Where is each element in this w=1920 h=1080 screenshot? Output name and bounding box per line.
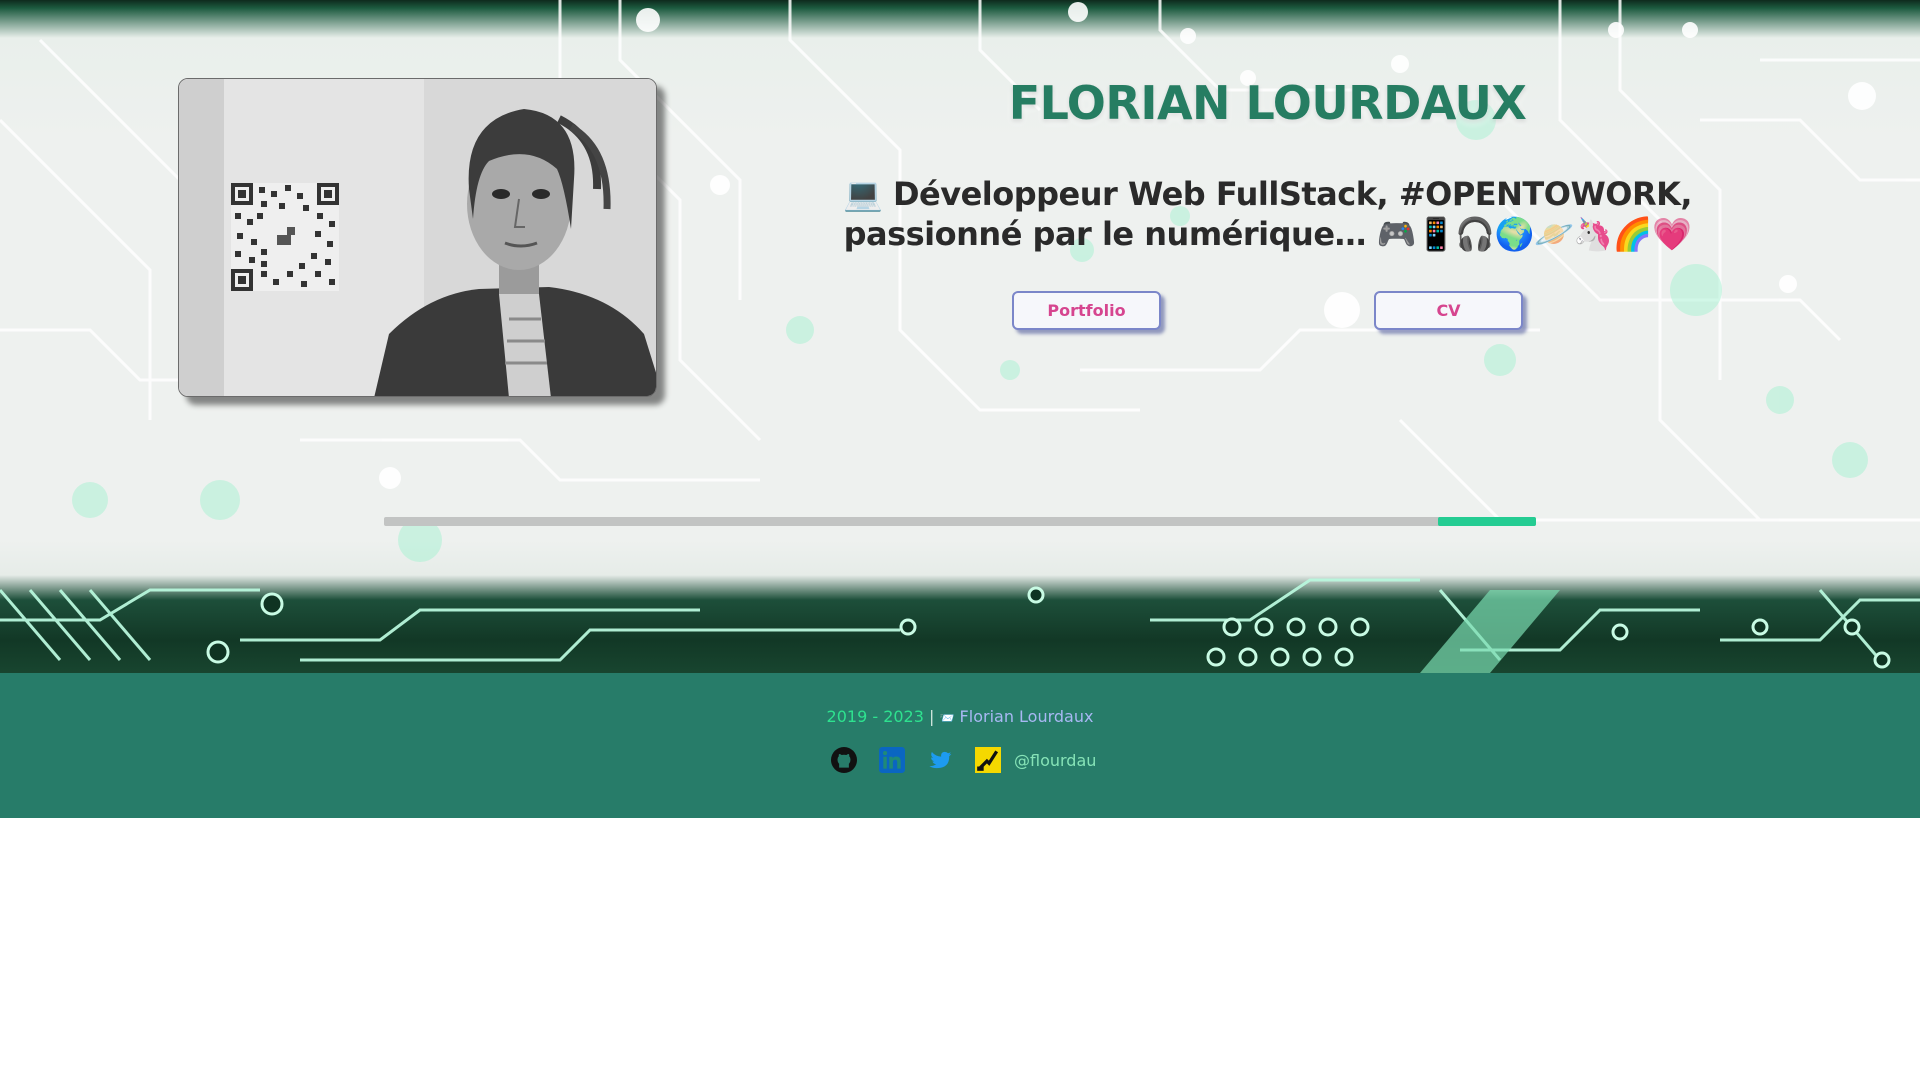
github-icon[interactable] <box>830 746 858 774</box>
profile-photo <box>179 79 656 396</box>
copyright: 2019 - 2023 | 📨 Florian Lourdaux <box>0 707 1920 726</box>
social-handle[interactable]: @flourdau <box>1014 751 1096 770</box>
profile-photo-card <box>178 78 657 397</box>
laptop-icon: 💻 <box>842 175 883 213</box>
progress-fill <box>1438 517 1536 526</box>
root-me-icon[interactable] <box>974 746 1002 774</box>
tagline: 💻 Développeur Web FullStack, #OPENTOWORK… <box>770 174 1765 254</box>
footer: 2019 - 2023 | 📨 Florian Lourdaux @flourd… <box>0 673 1920 818</box>
linkedin-icon[interactable] <box>878 746 906 774</box>
social-links: @flourdau <box>830 746 1096 774</box>
tagline-emojis: 🎮📱🎧🌍🪐🦄🌈💗 <box>1376 215 1692 253</box>
portfolio-button[interactable]: Portfolio <box>1012 291 1161 330</box>
copyright-author[interactable]: Florian Lourdaux <box>960 707 1094 726</box>
copyright-separator: | <box>929 707 935 726</box>
hero-banner: FLORIAN LOURDAUX 💻 Développeur Web FullS… <box>0 0 1920 673</box>
cv-button[interactable]: CV <box>1374 291 1523 330</box>
twitter-icon[interactable] <box>926 746 954 774</box>
copyright-years: 2019 - 2023 <box>826 707 924 726</box>
mail-icon: 📨 <box>939 711 955 725</box>
page-title: FLORIAN LOURDAUX <box>1008 76 1527 130</box>
progress-bar <box>384 517 1536 526</box>
qr-code <box>231 183 339 291</box>
